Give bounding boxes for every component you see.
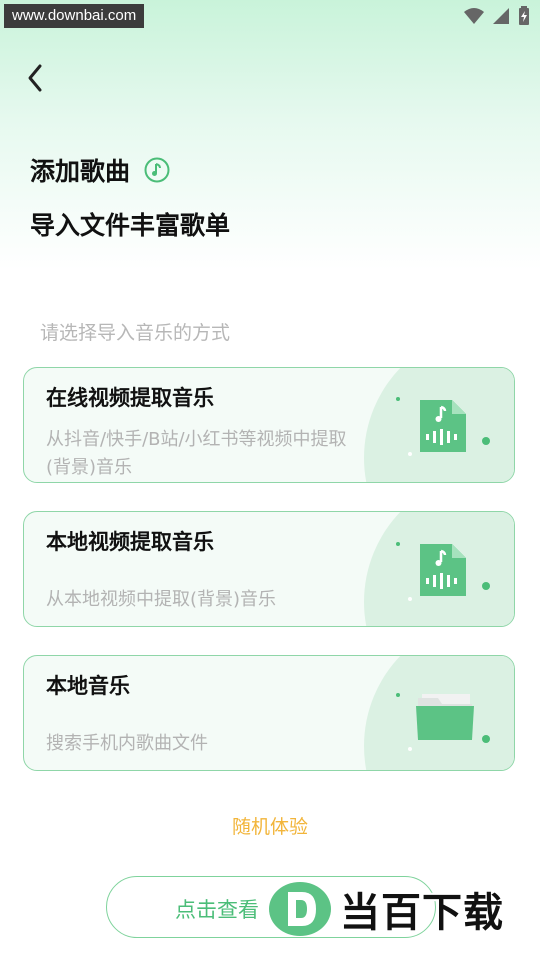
status-icons — [464, 6, 530, 26]
decor-dot — [408, 452, 412, 456]
wifi-icon — [464, 8, 484, 24]
card-local-video-extract[interactable]: 本地视频提取音乐 从本地视频中提取(背景)音乐 — [23, 511, 515, 627]
site-watermark: www.downbai.com — [4, 4, 145, 28]
decor-dot — [396, 542, 400, 546]
random-experience-link[interactable]: 随机体验 — [0, 812, 540, 839]
folder-icon — [416, 694, 474, 740]
music-file-icon — [420, 400, 466, 452]
brand-watermark: 当百下载 — [268, 880, 504, 938]
decor-dot — [408, 597, 412, 601]
decor-dot — [482, 735, 490, 743]
battery-icon — [519, 6, 529, 25]
card-online-video-extract[interactable]: 在线视频提取音乐 从抖音/快手/B站/小红书等视频中提取(背景)音乐 — [23, 367, 515, 483]
title-row: 添加歌曲 — [30, 152, 170, 188]
chevron-left-icon — [28, 64, 42, 92]
page-title: 添加歌曲 — [30, 157, 131, 186]
card-description: 搜索手机内歌曲文件 — [46, 733, 208, 754]
import-hint: 请选择导入音乐的方式 — [40, 322, 231, 344]
decor-dot — [482, 437, 490, 445]
decor-dot — [482, 582, 490, 590]
brand-logo-icon — [269, 882, 331, 936]
card-title: 本地视频提取音乐 — [46, 530, 214, 554]
back-button[interactable] — [22, 60, 52, 96]
view-button-label: 点击查看 — [175, 898, 259, 922]
card-title: 本地音乐 — [46, 674, 130, 698]
card-description: 从抖音/快手/B站/小红书等视频中提取(背景)音乐 — [46, 429, 347, 478]
brand-watermark-text: 当百下载 — [340, 890, 504, 936]
music-file-icon — [420, 544, 466, 596]
decor-dot — [408, 747, 412, 751]
music-note-icon — [144, 157, 170, 183]
card-title: 在线视频提取音乐 — [46, 386, 214, 410]
decor-dot — [396, 397, 400, 401]
page-subtitle: 导入文件丰富歌单 — [30, 211, 231, 240]
card-local-music[interactable]: 本地音乐 搜索手机内歌曲文件 — [23, 655, 515, 771]
signal-icon — [493, 8, 509, 24]
decor-dot — [396, 693, 400, 697]
card-description: 从本地视频中提取(背景)音乐 — [46, 589, 277, 610]
